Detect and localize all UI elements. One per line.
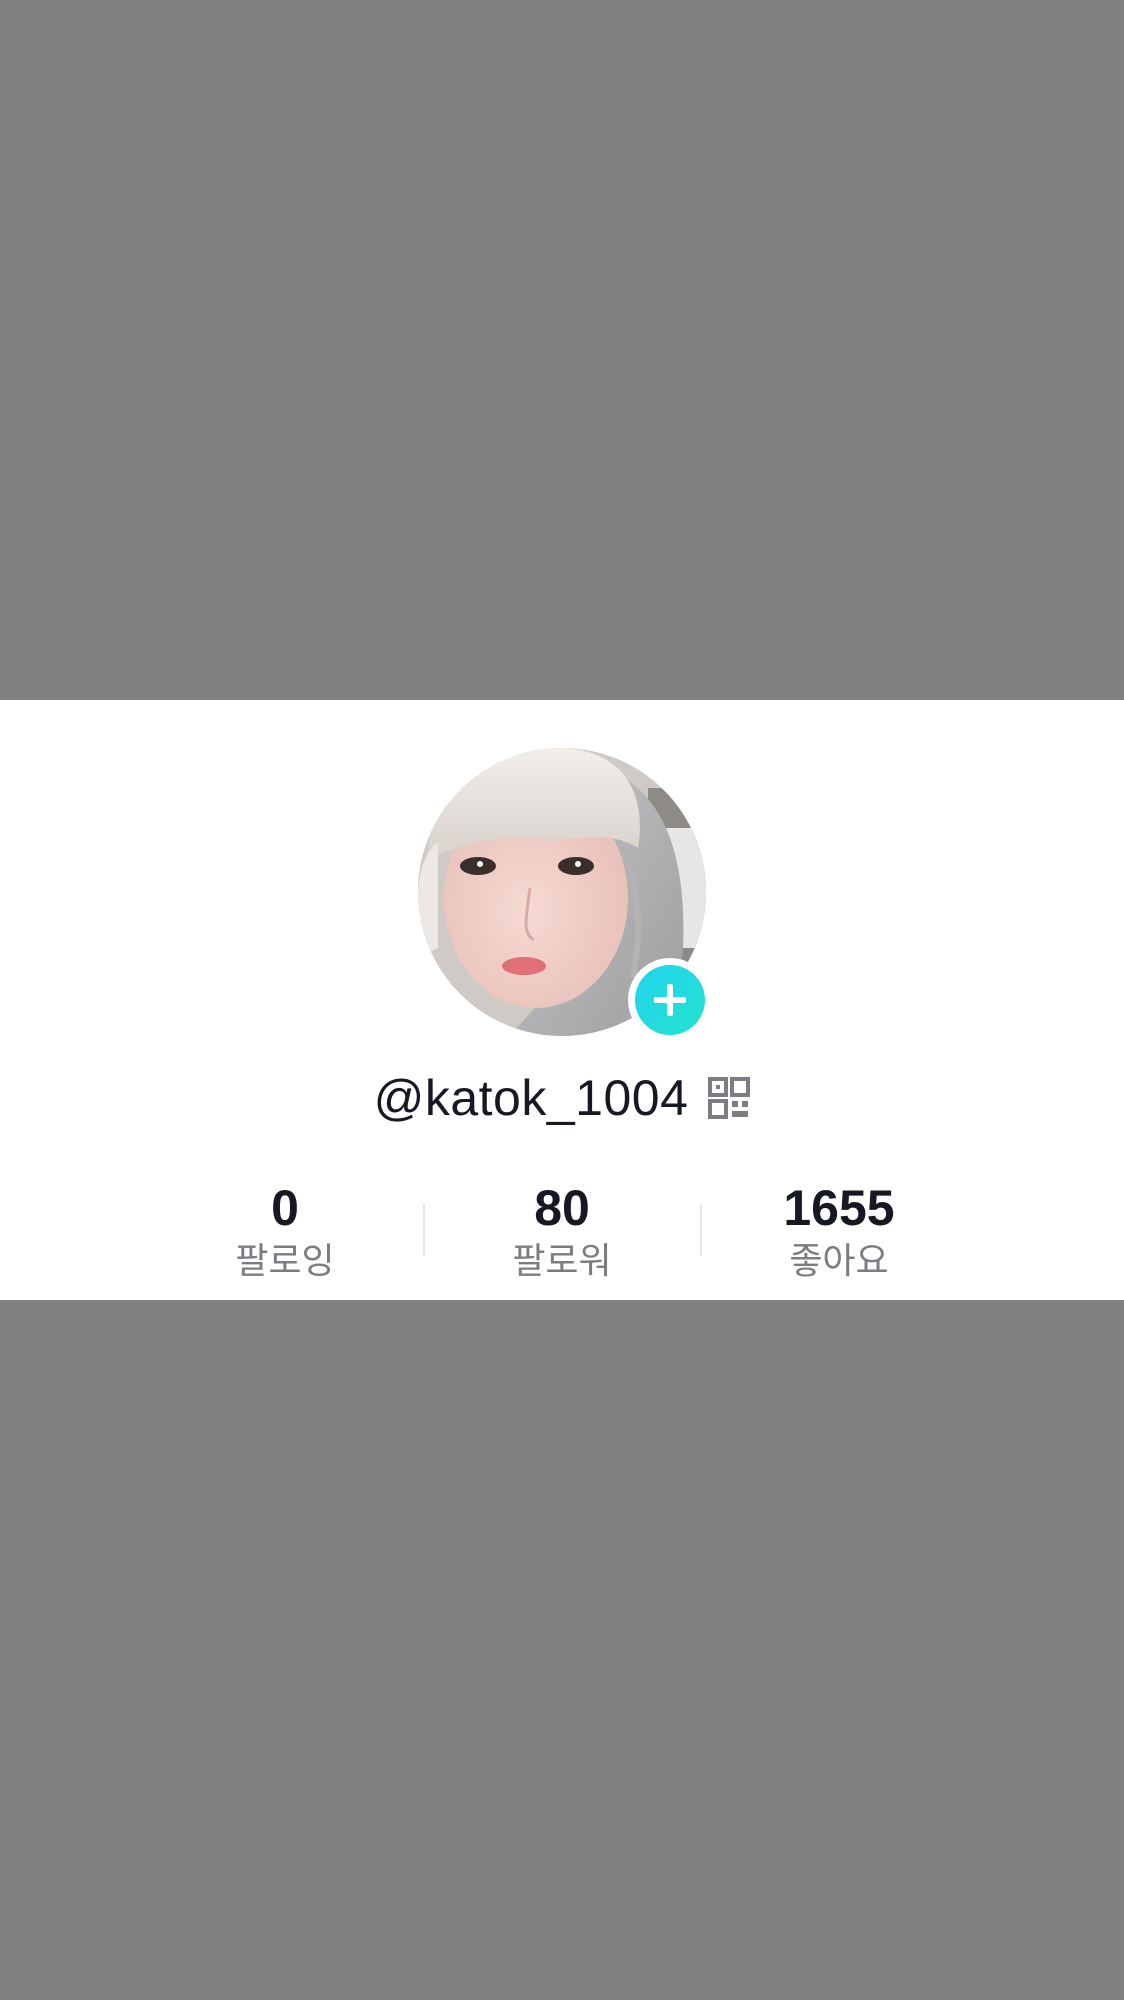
following-label: 팔로잉 [235,1241,335,1282]
add-profile-photo-button[interactable] [628,958,712,1042]
username-row: @katok_1004 [0,1068,1124,1128]
dimmed-backdrop-bottom[interactable] [0,1300,1124,2000]
stat-likes[interactable]: 1655 좋아요 [701,1178,977,1288]
stat-following[interactable]: 0 팔로잉 [147,1178,423,1288]
stat-followers[interactable]: 80 팔로워 [424,1178,700,1288]
dimmed-backdrop-top[interactable] [0,0,1124,700]
likes-label: 좋아요 [789,1241,889,1282]
qr-code-icon[interactable] [708,1077,751,1119]
username: @katok_1004 [373,1070,689,1126]
profile-stats: 0 팔로잉 80 팔로워 1655 좋아요 [147,1178,977,1288]
profile-card: @katok_1004 0 팔로잉 80 팔로워 1655 좋아요 [0,700,1124,1300]
followers-label: 팔로워 [512,1241,612,1282]
likes-count: 1655 [783,1180,895,1236]
avatar-container [418,748,712,1042]
followers-count: 80 [534,1180,590,1236]
following-count: 0 [271,1180,299,1236]
plus-icon [635,965,705,1035]
